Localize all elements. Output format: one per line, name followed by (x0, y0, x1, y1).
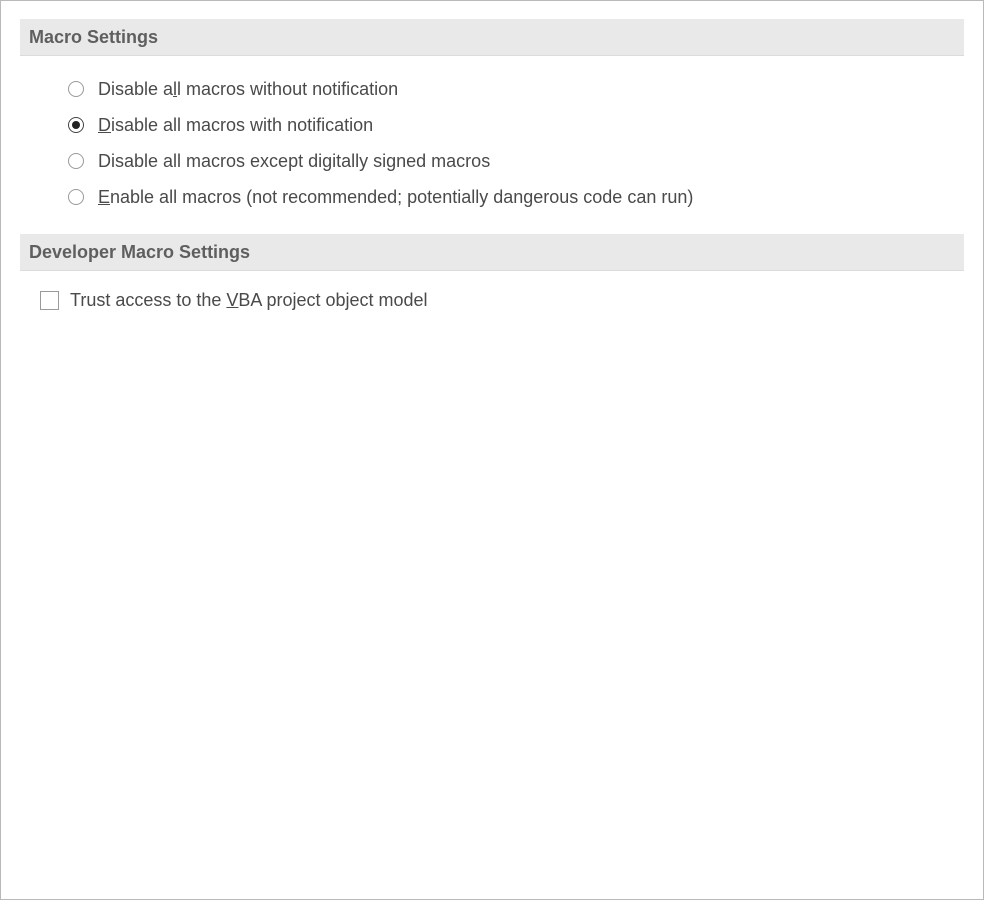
option-disable-except-signed[interactable]: Disable all macros except digitally sign… (68, 149, 490, 173)
option-label: Disable all macros except digitally sign… (98, 150, 491, 171)
option-label: Disable all macros without notification (98, 78, 399, 99)
trust-vba-label: Trust access to the VBA project object m… (70, 289, 428, 310)
developer-macro-settings-header: Developer Macro Settings (20, 234, 964, 271)
option-disable-with-notification[interactable]: Disable all macros with notification (68, 113, 373, 137)
option-disable-without-notification[interactable]: Disable all macros without notification (68, 77, 398, 101)
radio-button[interactable] (68, 153, 84, 169)
option-label: Disable all macros with notification (98, 114, 374, 135)
developer-macro-settings-title: Developer Macro Settings (29, 242, 251, 262)
option-label: Enable all macros (not recommended; pote… (98, 186, 694, 207)
trust-vba-access-option[interactable]: Trust access to the VBA project object m… (40, 288, 428, 312)
macro-settings-header: Macro Settings (20, 19, 964, 56)
radio-button[interactable] (68, 189, 84, 205)
radio-button[interactable] (68, 81, 84, 97)
trust-vba-checkbox[interactable] (40, 290, 59, 310)
macro-settings-title: Macro Settings (29, 27, 159, 47)
radio-button[interactable] (68, 117, 84, 133)
option-enable-all-macros[interactable]: Enable all macros (not recommended; pote… (68, 185, 693, 209)
trust-center-macro-panel: Macro Settings Disable all macros withou… (0, 0, 984, 900)
